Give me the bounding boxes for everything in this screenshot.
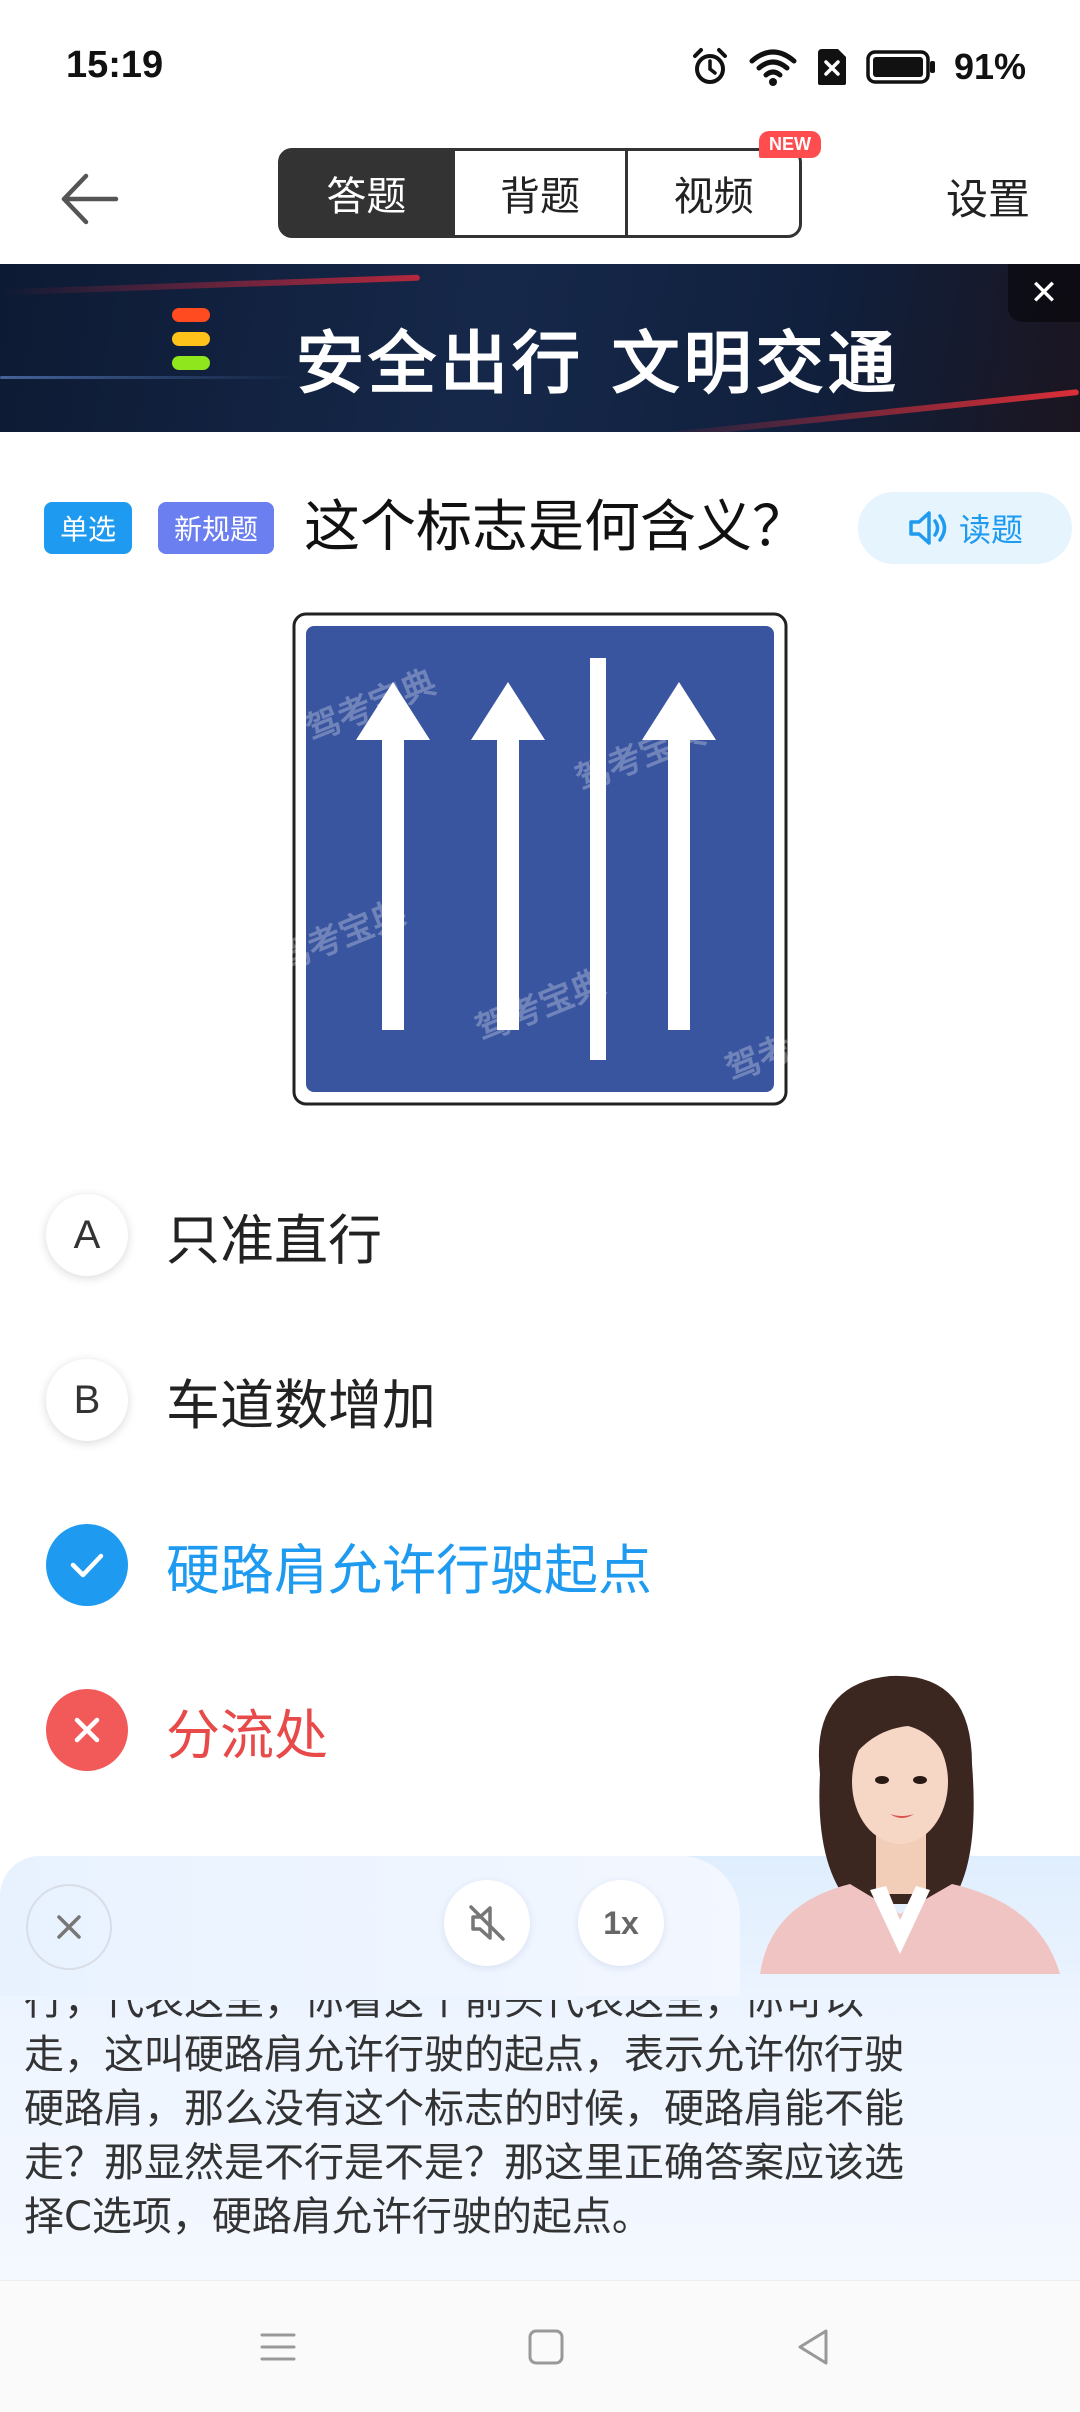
tab-video[interactable]: 视频 NEW [628,131,822,235]
explanation-line: 走，这叫硬路肩允许行驶的起点，表示允许你行驶 [24,2032,904,2078]
status-icons: 91% [690,46,1026,88]
speaker-muted-icon [469,1905,505,1941]
banner-text: 安全出行 文明交通 [296,325,900,404]
back-button[interactable] [56,164,126,234]
option-c-status [46,1524,128,1606]
tab-answer[interactable]: 答题 [281,151,455,235]
option-d-text: 分流处 [166,1703,328,1767]
banner-close-button[interactable]: ✕ [1008,264,1080,322]
explanation-line: 走？那显然是不行是不是？那这里正确答案应该选 [24,2140,904,2186]
tag-new-rule: 新规题 [158,502,275,554]
system-nav-bar [0,2280,1080,2412]
question-image: 驾考宝典 驾考宝典 驾考宝典 驾考宝典 驾考宝典 [270,612,861,1106]
mute-button[interactable] [444,1880,530,1966]
option-b-text: 车道数增加 [166,1373,436,1437]
question-header: 单选 新规题 这个标志是何含义？ 读题 [44,490,1072,570]
tab-memorize[interactable]: 背题 [455,151,629,235]
option-b-letter: B [46,1359,128,1441]
tab-memorize-label: 背题 [500,174,580,220]
read-question-label: 读题 [958,511,1023,549]
option-b[interactable]: B 车道数增加 [46,1355,1006,1445]
checkmark-icon [70,1553,104,1578]
traffic-light-icon [172,308,212,380]
presenter-avatar [740,1664,1080,1974]
close-explanation-button[interactable] [26,1884,112,1970]
speaker-icon [909,511,947,545]
no-sim-icon [817,49,846,85]
back-triangle-icon [798,2329,828,2365]
option-c[interactable]: 硬路肩允许行驶起点 [46,1520,1006,1610]
back-arrow-icon [61,173,119,225]
status-bar: 15:19 91% [0,0,1080,140]
option-a-text: 只准直行 [166,1208,382,1272]
status-time: 15:19 [66,44,164,86]
top-nav-bar: 答题 背题 视频 NEW 设置 [0,131,1080,264]
battery-percent: 91% [953,46,1026,87]
close-icon: ✕ [1029,273,1059,313]
new-badge: NEW [759,131,822,158]
close-icon [57,1915,81,1939]
read-question-button[interactable]: 读题 [858,492,1072,564]
question-text: 这个标志是何含义？ [304,495,808,560]
settings-button[interactable]: 设置 [946,166,1030,227]
wifi-icon [749,49,797,86]
option-a-letter: A [46,1194,128,1276]
playback-speed-button[interactable]: 1x [578,1880,664,1966]
banner-light-streak [0,274,420,296]
option-c-text: 硬路肩允许行驶起点 [166,1538,652,1602]
menu-icon [260,2333,296,2361]
explanation-line: 择C选项，硬路肩允许行驶的起点。 [24,2194,652,2236]
menu-button[interactable] [254,2323,302,2371]
mode-tabs: 答题 背题 视频 NEW [278,131,822,238]
option-a[interactable]: A 只准直行 [46,1190,1006,1280]
option-d-status [46,1689,128,1771]
tab-answer-label: 答题 [326,174,407,220]
alarm-icon [692,48,727,84]
explanation-line: 硬路肩，那么没有这个标志的时候，硬路肩能不能 [24,2086,904,2132]
battery-icon [866,50,935,84]
ad-banner[interactable]: 安全出行 文明交通 ✕ [0,264,1080,432]
tab-video-label: 视频 [673,174,754,220]
explanation-text: 行，代表这里，你看这个前头代表这里，你可以 走，这叫硬路肩允许行驶的起点，表示允… [24,2000,1054,2236]
home-square-icon [528,2329,564,2365]
banner-light-streak [0,376,300,379]
cross-icon [74,1717,100,1743]
system-back-button[interactable] [790,2323,838,2371]
tag-single-choice: 单选 [44,502,133,554]
home-button[interactable] [522,2323,570,2371]
explanation-line: 行，代表这里，你看这个前头代表这里，你可以 [24,2000,864,2024]
